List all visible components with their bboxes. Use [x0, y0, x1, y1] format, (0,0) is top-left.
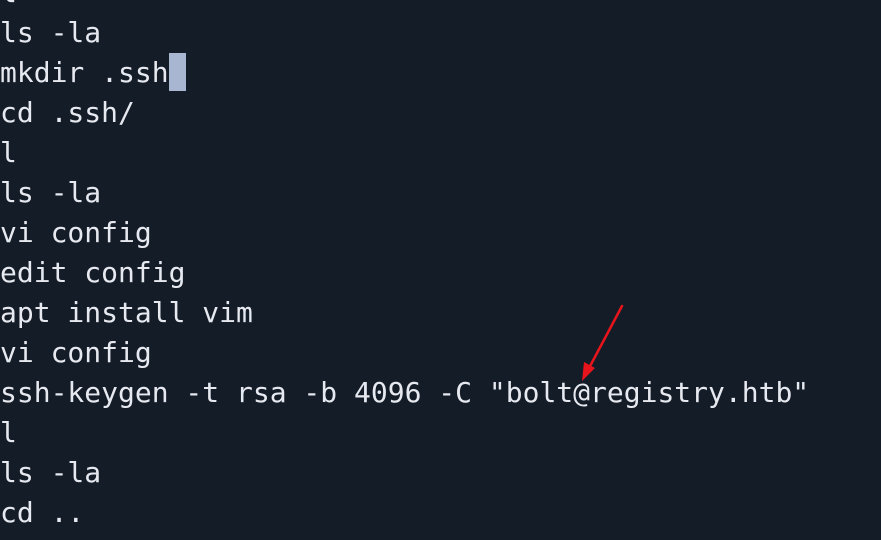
history-line: apt install vim [0, 293, 809, 333]
history-line: l [0, 0, 809, 13]
history-line: ls -la [0, 173, 809, 213]
command-text: apt install vim [0, 296, 253, 329]
history-line: mkdir .ssh [0, 53, 809, 93]
history-line: ls -la [0, 13, 809, 53]
text-cursor [168, 53, 186, 91]
history-line: cd .. [0, 493, 809, 533]
command-text: l [0, 136, 17, 169]
command-text: vi config [0, 216, 152, 249]
command-text: cd .. [0, 496, 85, 529]
command-text: ls -la [0, 456, 102, 489]
history-line: vi config [0, 333, 809, 373]
history-line-keygen: ssh-keygen -t rsa -b 4096 -C "bolt@regis… [0, 373, 809, 413]
terminal-window[interactable]: l ls -la mkdir .ssh cd .ssh/ l ls -la vi… [0, 0, 881, 540]
history-line: vi config [0, 213, 809, 253]
command-text: l [0, 416, 17, 449]
command-text: l [0, 0, 17, 9]
command-text: mkdir .ssh [0, 56, 169, 89]
command-text: ls -la [0, 16, 102, 49]
history-line: edit config [0, 253, 809, 293]
history-line: l [0, 413, 809, 453]
command-text: ls -la [0, 176, 102, 209]
command-history: l ls -la mkdir .ssh cd .ssh/ l ls -la vi… [0, 0, 809, 533]
command-text: cd .ssh/ [0, 96, 135, 129]
command-text: ssh-keygen -t rsa -b 4096 -C "bolt@regis… [0, 376, 810, 409]
history-line: l [0, 133, 809, 173]
history-line: cd .ssh/ [0, 93, 809, 133]
command-text: edit config [0, 256, 186, 289]
history-line: ls -la [0, 453, 809, 493]
command-text: vi config [0, 336, 152, 369]
